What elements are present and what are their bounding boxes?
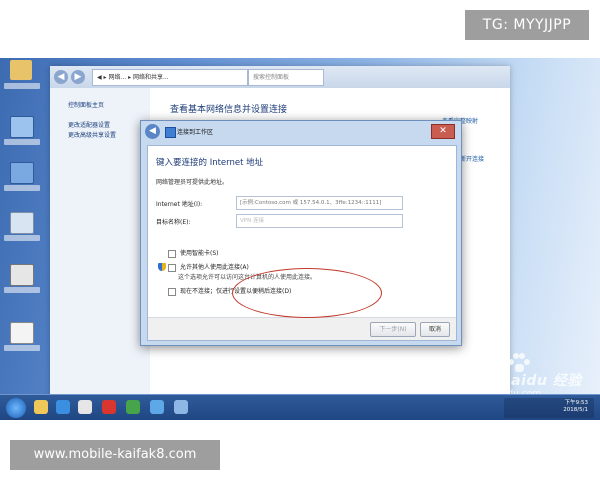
back-arrow-icon[interactable]: ◀	[54, 70, 68, 84]
desktop-icon-label	[4, 287, 40, 293]
dialog-description: 网络管理员可提供此地址。	[156, 179, 229, 186]
network-taskbar-icon[interactable]	[174, 400, 188, 414]
desktop-icon-label	[4, 139, 40, 145]
control-panel-home-link[interactable]: 控制面板主页	[68, 100, 104, 109]
document-icon	[10, 322, 34, 344]
tg-badge: TG: MYYJJPP	[465, 10, 589, 40]
media-player-icon[interactable]	[78, 400, 92, 414]
internet-address-label: Internet 地址(I):	[156, 201, 203, 208]
computer-icon	[10, 116, 34, 138]
search-input[interactable]: 搜索控制面板	[248, 69, 324, 86]
dialog-heading: 键入要连接的 Internet 地址	[156, 158, 264, 168]
dialog-footer: 下一步(N) 取消	[148, 317, 456, 340]
app-green-icon[interactable]	[126, 400, 140, 414]
connect-to-workplace-dialog: ◀ 连接到工作区 ✕ 键入要连接的 Internet 地址 网络管理员可提供此地…	[140, 120, 462, 346]
close-button[interactable]: ✕	[431, 124, 455, 139]
windows-start-icon[interactable]	[6, 398, 26, 418]
explorer-address-bar: ◀ ▶ ◀ ▸ 网络... ▸ 网络和共享... 搜索控制面板	[50, 66, 510, 88]
app-blue-icon[interactable]	[150, 400, 164, 414]
explorer-left-pane: 控制面板主页 更改适配器设置 更改高级共享设置	[50, 88, 150, 406]
uac-shield-icon	[158, 263, 166, 271]
url-badge: www.mobile-kaifak8.com	[10, 440, 220, 470]
allow-others-option[interactable]: 允许其他人使用此连接(A)	[168, 262, 249, 272]
dialog-content: 键入要连接的 Internet 地址 网络管理员可提供此地址。 Internet…	[147, 145, 457, 341]
forward-arrow-icon[interactable]: ▶	[71, 70, 85, 84]
app-red-icon[interactable]	[102, 400, 116, 414]
clock-date: 2018/5/1	[563, 407, 588, 413]
desktop-icon-label	[4, 185, 40, 191]
desktop-icon-recycle-bin[interactable]	[4, 212, 40, 256]
allow-others-label: 允许其他人使用此连接(A)	[180, 264, 249, 271]
smart-card-checkbox[interactable]	[168, 249, 176, 258]
desktop-icon-label	[4, 345, 40, 351]
ie-browser-icon[interactable]	[56, 400, 70, 414]
taskbar: 下午9:53 2018/5/1	[0, 394, 600, 420]
folder-icon	[10, 60, 32, 80]
destination-name-input[interactable]: VPN 连接	[236, 214, 403, 228]
red-annotation-ellipse	[232, 268, 382, 318]
desktop-icon-network[interactable]	[4, 162, 40, 206]
cancel-button[interactable]: 取消	[420, 322, 450, 337]
network-connection-icon	[165, 127, 176, 138]
desktop-icon-program[interactable]	[4, 264, 40, 308]
program-icon	[10, 264, 34, 286]
baidu-watermark: Baidu 经验	[500, 373, 582, 389]
destination-name-label: 目标名称(E):	[156, 219, 191, 226]
change-adapter-settings-link[interactable]: 更改适配器设置	[68, 120, 110, 129]
desktop-icon-label	[4, 235, 40, 241]
desktop-icon-document[interactable]	[4, 322, 40, 366]
page-title: 查看基本网络信息并设置连接	[170, 105, 288, 115]
next-button[interactable]: 下一步(N)	[370, 322, 416, 337]
desktop-icon-user-folder[interactable]	[4, 60, 40, 104]
clock-time: 下午9:53	[564, 400, 588, 406]
change-advanced-sharing-link[interactable]: 更改高级共享设置	[68, 130, 116, 139]
address-path[interactable]: ◀ ▸ 网络... ▸ 网络和共享...	[92, 69, 248, 86]
desktop-icon-computer[interactable]	[4, 116, 40, 160]
smart-card-option[interactable]: 使用智能卡(S)	[168, 248, 219, 258]
smart-card-label: 使用智能卡(S)	[180, 250, 219, 257]
recycle-bin-icon	[10, 212, 34, 234]
internet-address-input[interactable]: [示例:Contoso.com 或 157.54.0.1、3ffe:1234::…	[236, 196, 403, 210]
network-icon	[10, 162, 34, 184]
connect-later-checkbox[interactable]	[168, 287, 176, 296]
dialog-titlebar: ◀ 连接到工作区 ✕	[141, 121, 461, 143]
allow-others-checkbox[interactable]	[168, 263, 176, 272]
dialog-title: 连接到工作区	[177, 129, 214, 136]
clock[interactable]: 下午9:53 2018/5/1	[563, 400, 588, 414]
file-explorer-icon[interactable]	[34, 400, 48, 414]
desktop-screenshot: ◀ ▶ ◀ ▸ 网络... ▸ 网络和共享... 搜索控制面板 控制面板主页 更…	[0, 58, 600, 420]
back-arrow-icon[interactable]: ◀	[145, 124, 160, 139]
desktop-icon-label	[4, 83, 40, 89]
